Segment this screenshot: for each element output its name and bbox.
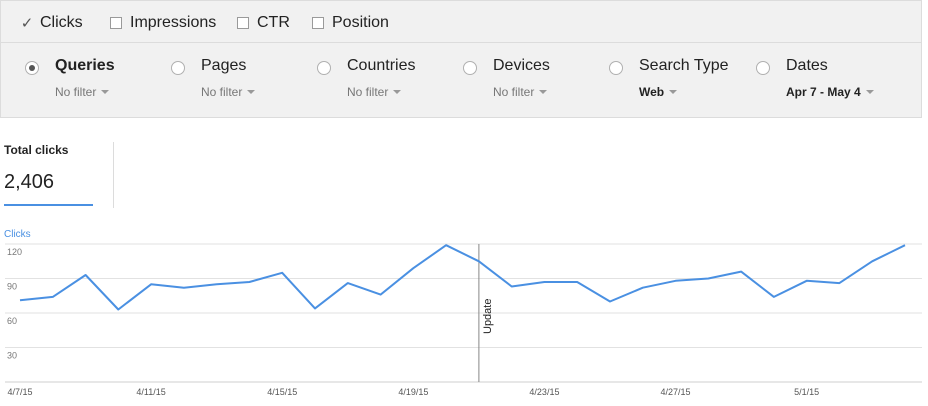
metric-ctr[interactable]: CTR [237, 12, 290, 34]
x-tick-label: 4/27/15 [661, 387, 691, 397]
filter-countries-label: Countries [347, 57, 416, 74]
filter-devices-label: Devices [493, 57, 550, 74]
metric-impressions-label: Impressions [130, 14, 217, 31]
x-tick-labels: 4/7/15 4/11/15 4/15/15 4/19/15 4/23/15 4/27/1… [7, 387, 819, 397]
filter-search-type-dropdown[interactable]: Web [639, 85, 678, 99]
radio-icon[interactable] [756, 61, 770, 75]
clicks-line-chart: Clicks 30 60 90 120 Update 4/7/15 4/11/15 4/1… [4, 229, 922, 397]
filter-dates-dropdown[interactable]: Apr 7 - May 4 [786, 85, 874, 99]
filter-dates-label: Dates [786, 57, 828, 74]
y-tick-label: 60 [7, 316, 17, 326]
y-tick-label: 90 [7, 282, 17, 292]
metric-clicks[interactable]: ✓ Clicks [20, 12, 83, 34]
x-tick-label: 5/1/15 [794, 387, 819, 397]
filter-search-type-value: Web [639, 85, 665, 99]
filter-queries-label: Queries [55, 57, 115, 74]
chart-annotations: Update [478, 244, 494, 382]
caret-down-icon [669, 89, 678, 94]
caret-down-icon [247, 89, 256, 94]
caret-down-icon [539, 89, 548, 94]
metric-position-label: Position [332, 14, 389, 31]
radio-selected-icon[interactable] [25, 61, 39, 75]
checkmark-icon: ✓ [20, 15, 34, 32]
y-tick-label: 120 [7, 247, 22, 257]
caret-down-icon [865, 89, 874, 94]
total-clicks-label: Total clicks [4, 143, 69, 157]
filter-countries-value: No filter [347, 85, 389, 99]
radio-icon[interactable] [317, 61, 331, 75]
x-tick-label: 4/7/15 [7, 387, 32, 397]
x-tick-label: 4/11/15 [136, 387, 165, 397]
x-tick-label: 4/23/15 [529, 387, 559, 397]
filter-pages-value: No filter [201, 85, 243, 99]
metric-ctr-label: CTR [257, 14, 290, 31]
filter-countries-dropdown[interactable]: No filter [347, 85, 402, 99]
y-axis-label: Clicks [4, 229, 31, 240]
radio-icon[interactable] [609, 61, 623, 75]
y-tick-label: 30 [7, 351, 17, 361]
radio-icon[interactable] [171, 61, 185, 75]
checkbox-icon [312, 17, 324, 29]
y-tick-labels: 30 60 90 120 [7, 247, 22, 361]
filter-devices-value: No filter [493, 85, 535, 99]
metric-toggle-bar: ✓ Clicks Impressions CTR Position [0, 0, 922, 43]
caret-down-icon [393, 89, 402, 94]
x-tick-label: 4/15/15 [267, 387, 297, 397]
filter-queries-dropdown[interactable]: No filter [55, 85, 110, 99]
selected-metric-underline [4, 204, 93, 206]
filter-dates-value: Apr 7 - May 4 [786, 85, 861, 99]
filter-devices-dropdown[interactable]: No filter [493, 85, 548, 99]
metric-position[interactable]: Position [312, 12, 389, 34]
annotation-label: Update [482, 299, 494, 334]
chart-series [19, 244, 906, 311]
checkbox-icon [237, 17, 249, 29]
metric-impressions[interactable]: Impressions [110, 12, 216, 34]
summary-divider [113, 142, 114, 208]
total-clicks-value[interactable]: 2,406 [4, 171, 54, 194]
chart-grid [5, 243, 922, 383]
filter-pages-label: Pages [201, 57, 247, 74]
filter-bar: Queries No filter Pages No filter Countr… [0, 43, 922, 118]
x-tick-label: 4/19/15 [398, 387, 428, 397]
metric-clicks-label: Clicks [40, 14, 83, 31]
radio-icon[interactable] [463, 61, 477, 75]
filter-queries-value: No filter [55, 85, 97, 99]
series-line-clicks [19, 244, 906, 311]
filter-search-type-label: Search Type [639, 57, 729, 74]
checkbox-icon [110, 17, 122, 29]
caret-down-icon [101, 89, 110, 94]
filter-pages-dropdown[interactable]: No filter [201, 85, 256, 99]
